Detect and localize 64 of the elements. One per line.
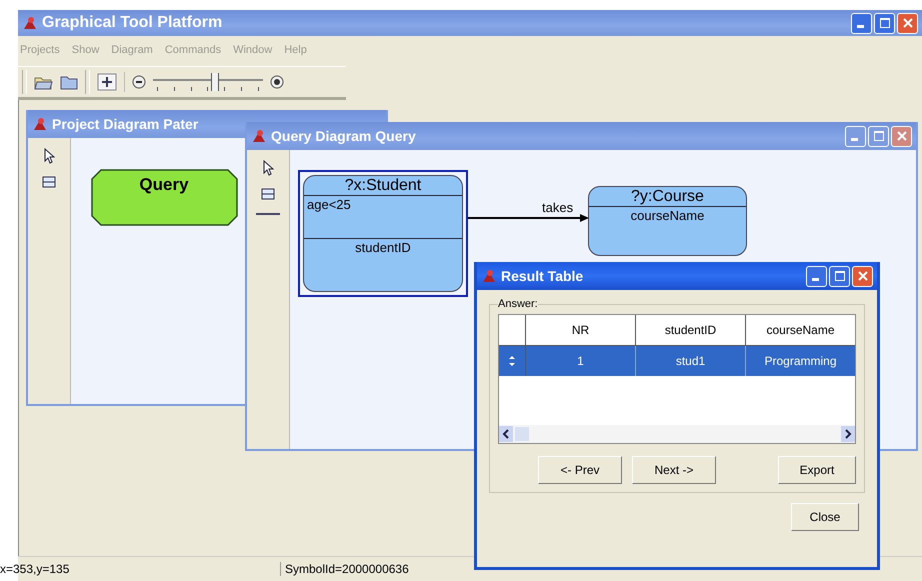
- node-attribute: courseName: [630, 207, 706, 224]
- maximize-icon: [874, 131, 884, 141]
- class-box-icon[interactable]: [261, 188, 275, 200]
- column-header[interactable]: courseName: [746, 315, 855, 345]
- column-header[interactable]: studentID: [636, 315, 746, 345]
- window-title: Graphical Tool Platform: [42, 14, 222, 32]
- zoom-slider[interactable]: [153, 71, 263, 93]
- horizontal-scrollbar[interactable]: [499, 425, 855, 443]
- class-box-icon[interactable]: [42, 176, 56, 188]
- status-text: x=353,y=135: [0, 562, 70, 576]
- scroll-left-icon[interactable]: [499, 426, 513, 442]
- close-icon: [902, 18, 912, 28]
- status-text: SymbolId=2000000636: [280, 562, 409, 576]
- close-dialog-button[interactable]: Close: [791, 503, 859, 531]
- node-attribute: age<25: [304, 196, 462, 239]
- table-cell: 1: [526, 346, 636, 376]
- maximize-button[interactable]: [829, 266, 850, 286]
- app-icon: [32, 116, 48, 132]
- minimize-icon: [856, 25, 864, 28]
- node-title: ?x:Student: [304, 176, 462, 196]
- pointer-icon[interactable]: [262, 160, 274, 176]
- table-cell: stud1: [636, 346, 746, 376]
- close-icon: [858, 271, 868, 281]
- minimize-button[interactable]: [845, 126, 866, 146]
- node-title: ?y:Course: [589, 187, 746, 207]
- column-header[interactable]: NR: [526, 315, 636, 345]
- pointer-icon[interactable]: [43, 148, 55, 164]
- dialog-button[interactable]: <- Prev: [538, 456, 622, 484]
- scroll-thumb[interactable]: [515, 427, 529, 441]
- slider-thumb[interactable]: [210, 73, 218, 91]
- app-icon: [22, 15, 38, 31]
- window-title: Query Diagram Query: [271, 128, 416, 144]
- close-icon: [896, 131, 906, 141]
- minimize-icon: [850, 138, 858, 141]
- app-icon: [251, 128, 267, 144]
- fit-view-icon[interactable]: [96, 72, 118, 92]
- minimize-button[interactable]: [806, 266, 827, 286]
- row-marker-icon: [509, 356, 515, 366]
- class-node[interactable]: ?x:Student age<25 studentID: [298, 170, 468, 297]
- minimize-button[interactable]: [851, 12, 872, 34]
- edge-label: takes: [542, 200, 574, 215]
- class-node[interactable]: ?y:Course courseName: [588, 186, 747, 256]
- maximize-icon: [834, 271, 844, 281]
- maximize-button[interactable]: [874, 12, 895, 34]
- close-button[interactable]: [897, 12, 918, 34]
- dialog-button[interactable]: Next ->: [632, 456, 716, 484]
- window-title: Result Table: [501, 268, 584, 284]
- group-label: Answer:: [498, 298, 538, 310]
- table-row[interactable]: 1 stud1 Programming: [499, 346, 855, 376]
- scroll-right-icon[interactable]: [841, 426, 855, 442]
- dialog-button[interactable]: Export: [778, 456, 856, 484]
- zoom-in-icon[interactable]: [269, 74, 285, 90]
- window-title: Project Diagram Pater: [52, 116, 198, 132]
- close-button[interactable]: [891, 126, 912, 146]
- app-icon: [481, 268, 497, 284]
- line-icon[interactable]: [256, 212, 280, 216]
- close-button[interactable]: [852, 266, 873, 286]
- minimize-icon: [812, 278, 818, 281]
- maximize-icon: [880, 18, 890, 28]
- maximize-button[interactable]: [868, 126, 889, 146]
- zoom-out-icon[interactable]: [131, 74, 147, 90]
- table-cell-text: Programming: [763, 353, 838, 370]
- query-node[interactable]: Query: [91, 169, 238, 226]
- node-attribute: studentID: [354, 239, 412, 256]
